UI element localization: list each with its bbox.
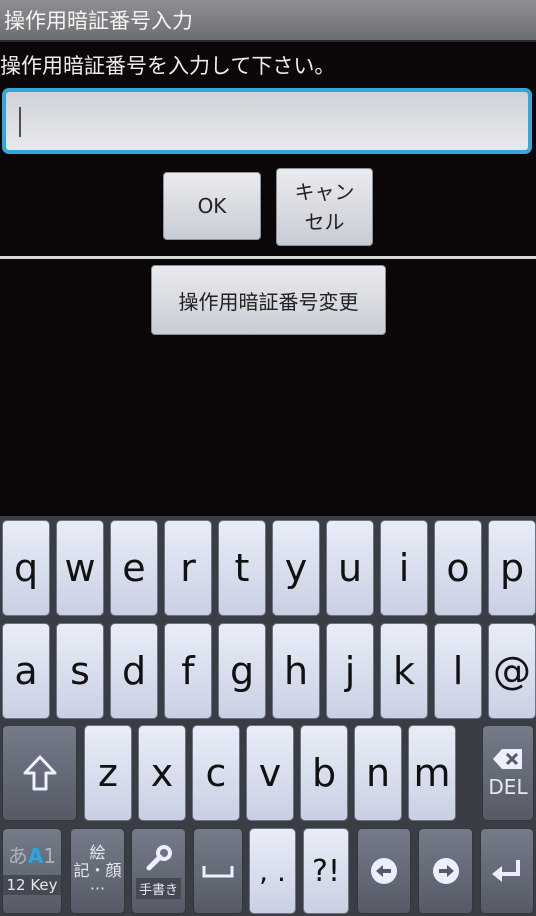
key-s[interactable]: s (56, 623, 104, 719)
key-w[interactable]: w (56, 520, 104, 616)
input-mode-indicator: あA1 (8, 840, 56, 869)
left-arrow-icon (371, 858, 397, 884)
delete-key[interactable]: DEL (482, 725, 534, 821)
change-pin-button[interactable]: 操作用暗証番号変更 (151, 265, 386, 335)
key-k[interactable]: k (380, 623, 428, 719)
shift-key[interactable] (2, 725, 77, 821)
shift-arrow-icon (23, 755, 56, 791)
key-g[interactable]: g (218, 623, 266, 719)
key-h[interactable]: h (272, 623, 320, 719)
key-o[interactable]: o (434, 520, 482, 616)
key-r[interactable]: r (164, 520, 212, 616)
key-z[interactable]: z (84, 725, 132, 821)
key-j[interactable]: j (326, 623, 374, 719)
delete-label: DEL (488, 775, 528, 799)
cancel-button[interactable]: キャン セル (276, 168, 373, 246)
dialog-title: 操作用暗証番号入力 (0, 0, 536, 42)
emoji-key[interactable]: 絵 記・顔 ··· (70, 828, 125, 914)
text-cursor (19, 107, 21, 137)
key-p[interactable]: p (488, 520, 536, 616)
right-arrow-icon (432, 858, 459, 884)
space-bracket-icon (202, 866, 234, 878)
cursor-left-key[interactable] (357, 828, 411, 914)
key-l[interactable]: l (434, 623, 482, 719)
key-y[interactable]: y (272, 520, 320, 616)
key-i[interactable]: i (380, 520, 428, 616)
key-e[interactable]: e (110, 520, 158, 616)
key-t[interactable]: t (218, 520, 266, 616)
handwriting-label: 手書き (135, 877, 181, 899)
key-v[interactable]: v (246, 725, 294, 821)
enter-arrow-icon (492, 860, 520, 882)
divider (0, 256, 536, 259)
key-b[interactable]: b (300, 725, 348, 821)
cursor-right-key[interactable] (418, 828, 473, 914)
ok-button[interactable]: OK (163, 172, 261, 240)
wrench-icon (146, 844, 172, 870)
pin-input[interactable] (2, 88, 532, 154)
mode-kana: あ (7, 843, 28, 868)
key-at[interactable]: @ (488, 623, 536, 719)
key-a[interactable]: a (2, 623, 50, 719)
pin-prompt: 操作用暗証番号を入力して下さい。 (0, 54, 336, 78)
emoji-dots: ··· (89, 879, 106, 898)
mode-label: 12 Key (3, 874, 61, 895)
key-f[interactable]: f (164, 623, 212, 719)
key-d[interactable]: d (110, 623, 158, 719)
key-q[interactable]: q (2, 520, 50, 616)
backspace-x-icon (493, 749, 522, 769)
symbols-key[interactable]: ?! (303, 828, 349, 914)
key-c[interactable]: c (192, 725, 240, 821)
enter-key[interactable] (480, 828, 534, 914)
emoji-line-1: 絵 (89, 843, 106, 862)
input-mode-key[interactable]: あA1 12 Key (2, 828, 62, 914)
key-x[interactable]: x (138, 725, 186, 821)
key-m[interactable]: m (408, 725, 456, 821)
comma-period-key[interactable]: , . (249, 828, 296, 914)
handwriting-key[interactable]: 手書き (131, 828, 186, 914)
mode-num: 1 (43, 843, 57, 868)
key-u[interactable]: u (326, 520, 374, 616)
space-key[interactable] (193, 828, 243, 914)
mode-alpha: A (27, 843, 44, 868)
emoji-line-2: 記・顔 (73, 861, 122, 880)
key-n[interactable]: n (354, 725, 402, 821)
soft-keyboard: qwertyuiop a s d f g h j k l @ DEL zxcvbnm あA1 12… (0, 516, 536, 916)
